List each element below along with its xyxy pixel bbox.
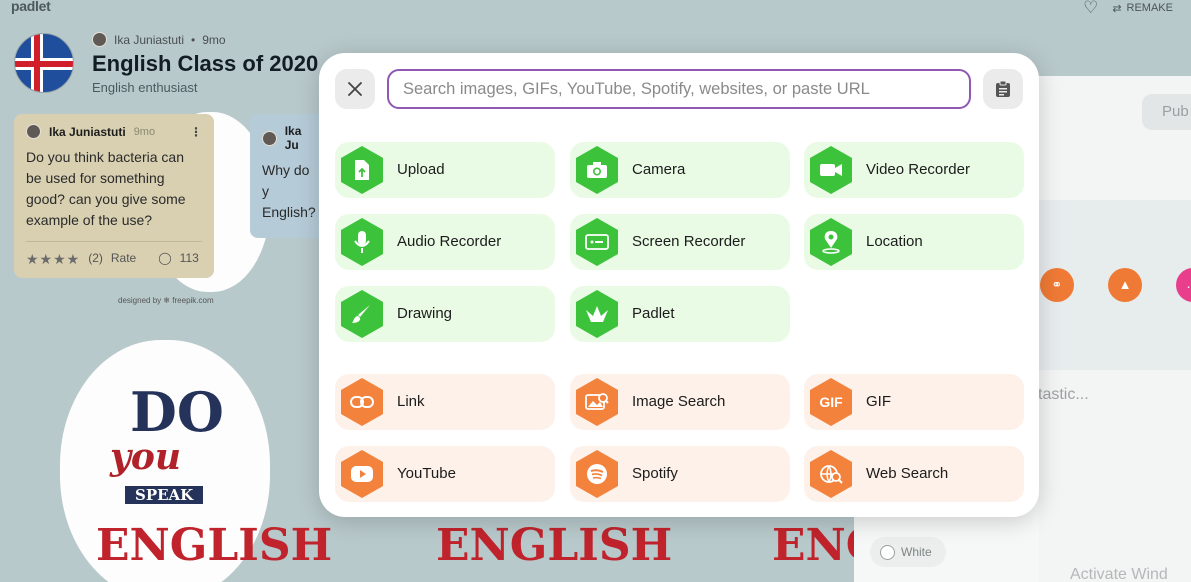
more-icon[interactable]: … (1176, 268, 1191, 302)
audio-recorder-option[interactable]: Audio Recorder (335, 214, 555, 270)
post-card[interactable]: Ika Juniastuti 9mo ⋮ Do you think bacter… (14, 114, 214, 278)
option-label: Image Search (632, 393, 726, 410)
board-title: English Class of 2020 (92, 51, 319, 76)
option-label: Location (866, 233, 923, 250)
option-label: Upload (397, 161, 445, 178)
board-time: 9mo (202, 32, 226, 47)
white-option[interactable]: White (870, 537, 946, 567)
close-button[interactable] (335, 69, 375, 109)
author-avatar (262, 130, 277, 146)
radio-icon (880, 544, 895, 560)
link-option[interactable]: Link (335, 374, 555, 430)
camera-icon (576, 146, 618, 194)
drawing-option[interactable]: Drawing (335, 286, 555, 342)
art-text-you: you (110, 436, 182, 478)
option-label: Camera (632, 161, 686, 178)
option-label: YouTube (397, 465, 456, 482)
board-subtitle: English enthusiast (92, 80, 198, 95)
heart-icon[interactable]: ♡ (1083, 0, 1098, 16)
publish-button[interactable]: Pub (1142, 94, 1191, 130)
option-label: Web Search (866, 465, 949, 482)
close-icon (348, 82, 362, 96)
rate-button[interactable]: Rate (111, 251, 136, 268)
board-author: Ika Juniastuti (114, 32, 185, 47)
option-label: Drawing (397, 305, 453, 322)
post-header: Ika Ju (262, 124, 318, 152)
art-text-speak: SPEAK (125, 486, 204, 504)
spotify-option[interactable]: Spotify (570, 446, 790, 502)
post-author: Ika Ju (284, 124, 302, 152)
board-author-line: Ika Juniastuti • 9mo (92, 32, 226, 47)
option-label: Audio Recorder (397, 233, 502, 250)
star-rating-icon[interactable]: ★★★★ (26, 251, 80, 268)
post-body: Why do y English? (262, 162, 316, 220)
option-label: Spotify (632, 465, 678, 482)
remake-icon: ⇄ (1112, 2, 1122, 15)
video-camera-icon (810, 146, 852, 194)
white-label: White (901, 545, 932, 559)
comment-count: 113 (179, 251, 199, 265)
location-pin-icon (810, 218, 852, 266)
option-label: GIF (866, 393, 891, 410)
paste-clipboard-button[interactable] (983, 69, 1023, 109)
upload-option[interactable]: Upload (335, 142, 555, 198)
add-content-modal: Upload Camera Video Recorder Audio Recor… (319, 53, 1039, 517)
rating-count: (2) (88, 251, 103, 265)
microphone-icon (341, 218, 383, 266)
option-label: Screen Recorder (632, 233, 746, 250)
post-header: Ika Juniastuti 9mo ⋮ (26, 124, 202, 139)
hex-pattern-area: ⚭ ▲ … (1038, 200, 1191, 370)
padlet-logo[interactable]: padlet (11, 0, 51, 14)
freepik-credit: designed by ❄ freepik.com (118, 296, 214, 305)
camera-option[interactable]: Camera (570, 142, 790, 198)
option-label: Video Recorder (866, 161, 970, 178)
iceland-flag-avatar (14, 33, 74, 93)
image-search-icon (576, 378, 618, 426)
art-text-english: ENGLISH (96, 520, 333, 571)
board-actions: ♡ ⇄ REMAKE (1083, 0, 1173, 16)
youtube-icon (341, 450, 383, 498)
image-search-option[interactable]: Image Search (570, 374, 790, 430)
activate-windows-watermark: Activate Wind (1070, 566, 1168, 582)
more-options-icon[interactable]: ⋮ (190, 125, 202, 139)
web-search-option[interactable]: Web Search (804, 446, 1024, 502)
brush-icon (341, 290, 383, 338)
link-icon (341, 378, 383, 426)
author-avatar (92, 32, 107, 47)
youtube-option[interactable]: YouTube (335, 446, 555, 502)
fantastic-text: tastic... (1038, 386, 1089, 403)
screen-record-icon (576, 218, 618, 266)
art-text-do: DO (130, 380, 224, 444)
post-author: Ika Juniastuti (49, 124, 126, 139)
gif-icon: GIF (810, 378, 852, 426)
dot-separator: • (191, 32, 196, 47)
option-label: Link (397, 393, 425, 410)
upload-file-icon (341, 146, 383, 194)
art-text-english: ENGLISH (436, 520, 673, 571)
remake-button[interactable]: ⇄ REMAKE (1112, 2, 1173, 15)
search-input[interactable] (387, 69, 971, 109)
option-label: Padlet (632, 305, 675, 322)
comment-icon[interactable]: ◯ (158, 251, 171, 268)
padlet-bird-icon (576, 290, 618, 338)
link-icon[interactable]: ⚭ (1040, 268, 1074, 302)
gif-option[interactable]: GIF GIF (804, 374, 1024, 430)
remake-label: REMAKE (1126, 2, 1173, 14)
gif-icon-text: GIF (819, 394, 843, 410)
author-avatar (26, 124, 41, 139)
post-footer: ★★★★ (2) Rate ◯ 113 (26, 241, 202, 268)
post-body: Do you think bacteria can be used for so… (26, 149, 186, 228)
image-search-icon[interactable]: ▲ (1108, 268, 1142, 302)
screen-recorder-option[interactable]: Screen Recorder (570, 214, 790, 270)
video-recorder-option[interactable]: Video Recorder (804, 142, 1024, 198)
post-time: 9mo (133, 125, 156, 138)
location-option[interactable]: Location (804, 214, 1024, 270)
padlet-option[interactable]: Padlet (570, 286, 790, 342)
globe-search-icon (810, 450, 852, 498)
spotify-icon (576, 450, 618, 498)
post-card[interactable]: Ika Ju Why do y English? (250, 114, 330, 238)
clipboard-icon (996, 80, 1010, 97)
